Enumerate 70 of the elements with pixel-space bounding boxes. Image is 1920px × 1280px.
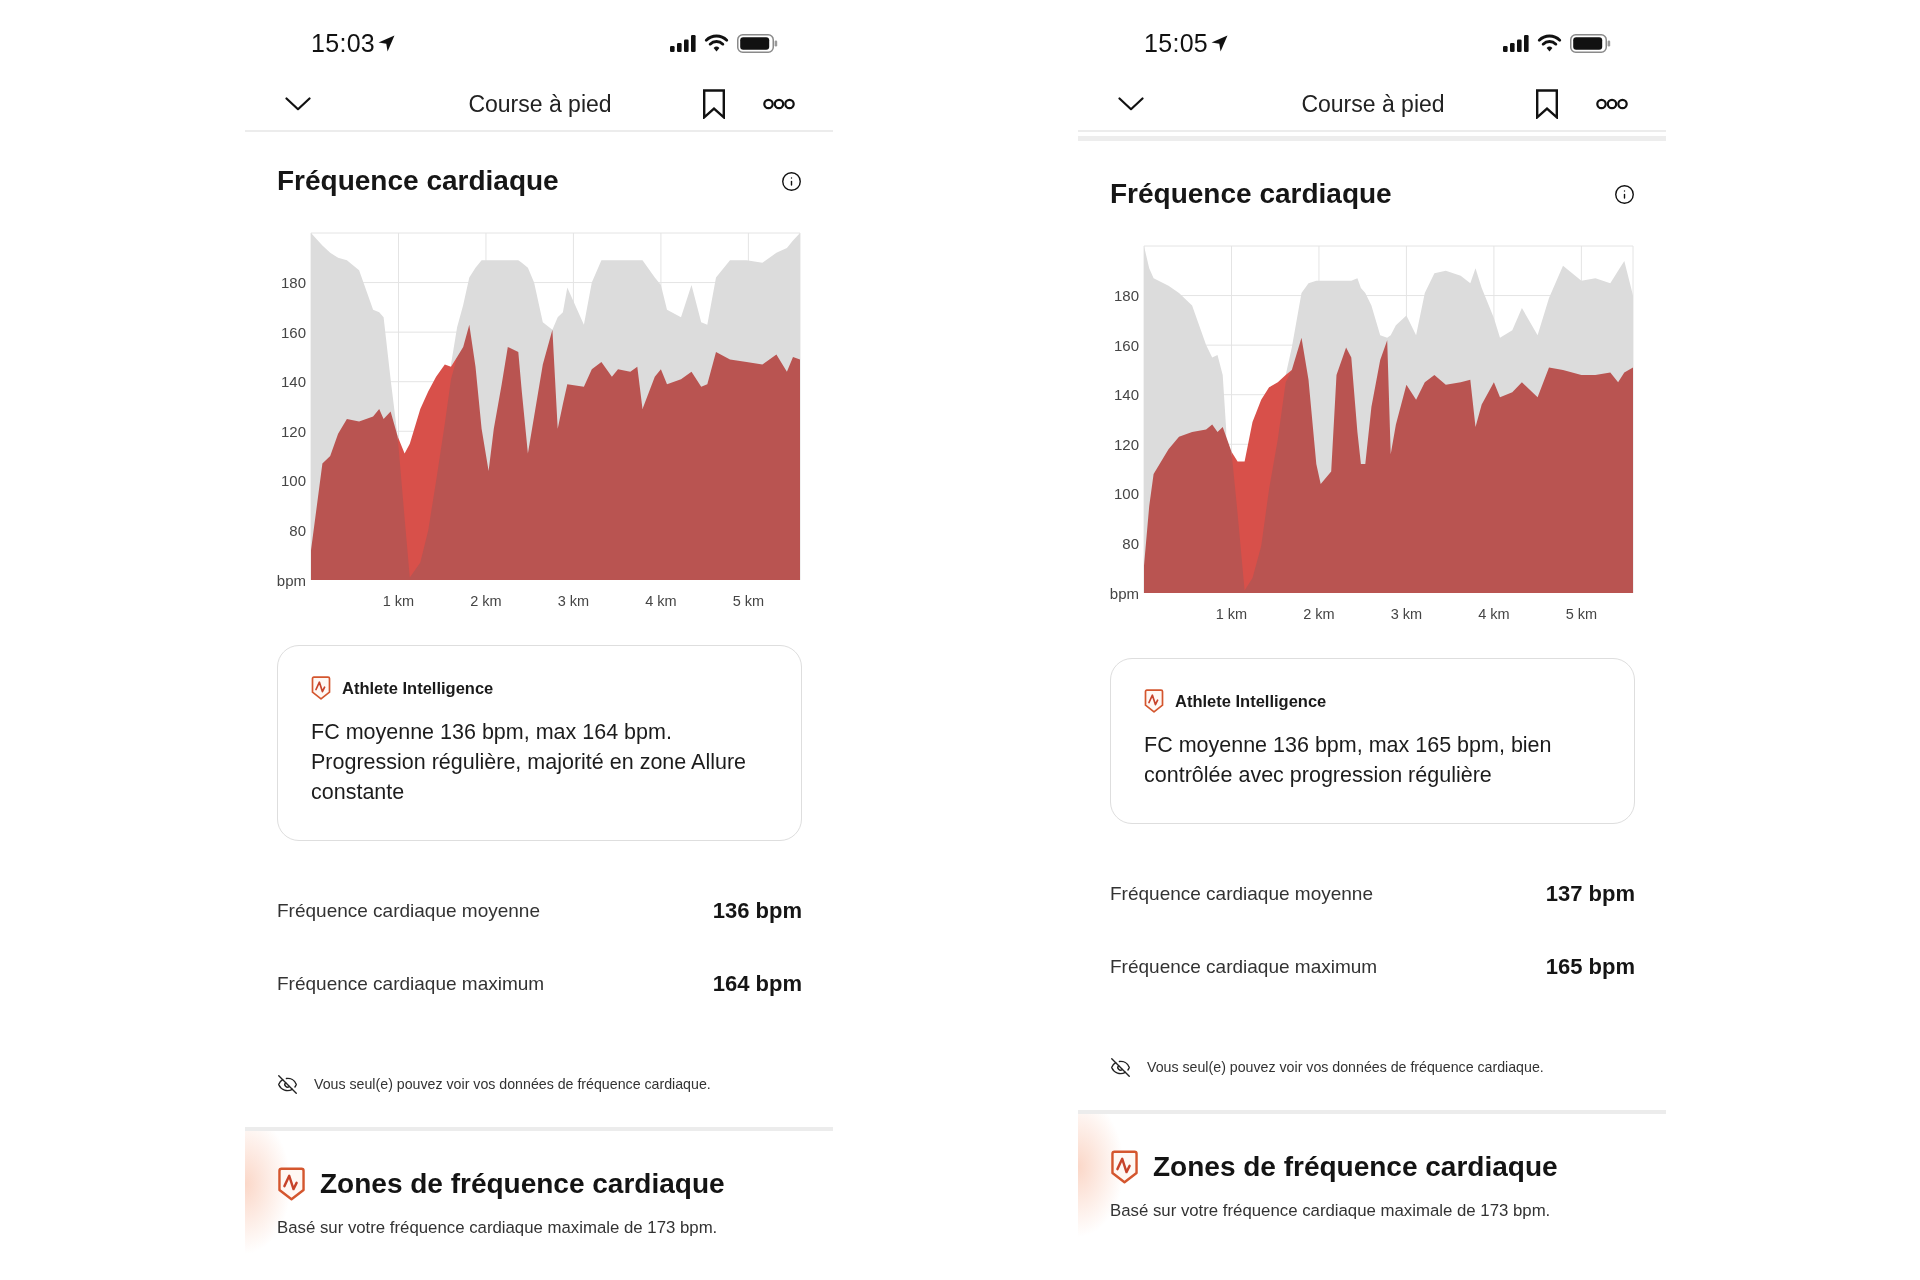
x-axis-label: 3 km [1390,606,1423,622]
bookmark-icon[interactable] [702,89,726,119]
status-time: 15:05 [1144,28,1209,58]
y-axis-label: 100 [1113,485,1139,503]
location-arrow-icon [1211,34,1229,52]
stat-value: 164 bpm [712,971,802,997]
wifi-icon [1537,34,1562,52]
shield-pulse-icon [1144,689,1164,713]
chevron-down-icon[interactable] [285,97,311,111]
x-axis-label: 4 km [645,593,677,609]
zones-title: Zones de fréquence cardiaque [1153,1150,1558,1184]
more-icon[interactable] [1596,98,1628,110]
stat-label: Fréquence cardiaque maximum [1110,956,1378,978]
privacy-note: Vous seul(e) pouvez voir vos données de fréquence cardiaque. [314,1076,711,1092]
y-axis-label: 140 [280,373,306,391]
status-time: 15:03 [311,28,376,58]
x-axis-label: 2 km [470,593,502,609]
y-axis-label: bpm [276,571,306,589]
stat-label: Fréquence cardiaque maximum [277,973,545,995]
y-axis-label: 100 [280,472,306,490]
zones-subtitle: Basé sur votre fréquence cardiaque maximale de 173 bpm. [1110,1201,1552,1220]
x-axis-label: 5 km [1565,606,1598,622]
shield-pulse-icon [1110,1150,1139,1184]
zones-title: Zones de fréquence cardiaque [320,1167,725,1201]
info-icon[interactable] [781,170,802,192]
location-arrow-icon [378,34,396,52]
eye-off-icon [1110,1056,1131,1078]
stat-value: 137 bpm [1545,881,1635,907]
y-axis-label: bpm [1109,584,1139,602]
x-axis-label: 3 km [557,593,590,609]
y-axis-label: 160 [1113,336,1139,354]
signal-icon [670,34,696,52]
zones-subtitle: Basé sur votre fréquence cardiaque maximale de 173 bpm. [277,1218,719,1237]
stat-label: Fréquence cardiaque moyenne [277,900,540,922]
stat-value: 165 bpm [1545,954,1635,980]
x-axis-label: 4 km [1478,606,1510,622]
y-axis-label: 80 [289,521,306,539]
y-axis-label: 180 [1113,287,1139,305]
eye-off-icon [277,1073,298,1095]
insight-text: FC moyenne 136 bpm, max 165 bpm, bien contrôlée avec progression régulière [1144,732,1553,789]
stat-label: Fréquence cardiaque moyenne [1110,883,1373,905]
info-icon[interactable] [1614,183,1635,205]
shield-pulse-icon [277,1167,306,1201]
y-axis-label: 80 [1122,534,1139,552]
section-title: Fréquence cardiaque [277,166,559,196]
insight-text: FC moyenne 136 bpm, max 164 bpm. Progression régulière, majorité en zone Allure constante [311,719,747,806]
bookmark-icon[interactable] [1535,89,1559,119]
signal-icon [1503,34,1529,52]
screen-title: Course à pied [1301,90,1445,118]
x-axis-label: 1 km [382,593,415,609]
chevron-down-icon[interactable] [1118,97,1144,111]
section-title: Fréquence cardiaque [1110,179,1392,209]
insight-title: Athlete Intelligence [1175,691,1327,711]
y-axis-label: 180 [280,274,306,292]
battery-icon [1570,33,1611,53]
battery-icon [737,33,778,53]
y-axis-label: 120 [1113,435,1139,453]
stat-value: 136 bpm [712,898,802,924]
x-axis-label: 5 km [732,593,765,609]
insight-title: Athlete Intelligence [342,678,494,698]
more-icon[interactable] [763,98,795,110]
y-axis-label: 120 [280,422,306,440]
y-axis-label: 140 [1113,386,1139,404]
x-axis-label: 2 km [1303,606,1335,622]
shield-pulse-icon [311,676,331,700]
y-axis-label: 160 [280,323,306,341]
wifi-icon [704,34,729,52]
privacy-note: Vous seul(e) pouvez voir vos données de fréquence cardiaque. [1147,1059,1544,1075]
screen-title: Course à pied [468,90,612,118]
x-axis-label: 1 km [1215,606,1248,622]
